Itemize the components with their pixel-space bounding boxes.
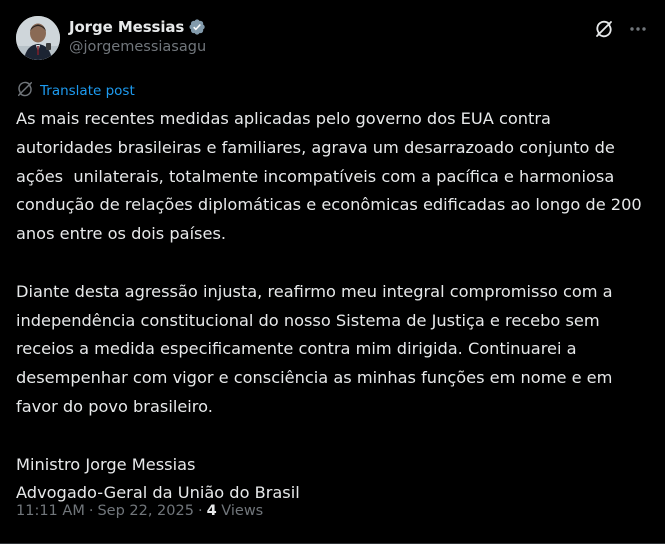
more-options-icon[interactable] bbox=[627, 18, 649, 40]
post-time[interactable]: 11:11 AM bbox=[16, 503, 85, 519]
post-body: As mais recentes medidas aplicadas pelo … bbox=[16, 105, 644, 508]
user-handle[interactable]: @jorgemessiasagu bbox=[69, 39, 206, 55]
name-row: Jorge Messias bbox=[69, 16, 206, 38]
views-count[interactable]: 4 bbox=[207, 503, 217, 519]
user-info: Jorge Messias @jorgemessiasagu bbox=[69, 16, 206, 55]
post-meta: 11:11 AM · Sep 22, 2025 · 4 Views bbox=[16, 503, 263, 519]
post-paragraph: Diante desta agressão injusta, reafirmo … bbox=[16, 281, 618, 416]
post-header: Jorge Messias @jorgemessiasagu bbox=[16, 16, 649, 64]
avatar-image bbox=[16, 16, 60, 60]
translate-label: Translate post bbox=[40, 83, 135, 99]
verified-badge-icon[interactable] bbox=[188, 18, 206, 36]
views-label: Views bbox=[221, 503, 264, 519]
post-paragraph: As mais recentes medidas aplicadas pelo … bbox=[16, 109, 647, 244]
avatar[interactable] bbox=[16, 16, 60, 60]
display-name[interactable]: Jorge Messias bbox=[69, 18, 184, 36]
meta-separator: · bbox=[197, 503, 203, 519]
grok-icon[interactable] bbox=[593, 18, 615, 40]
post-signature: Ministro Jorge Messias Advogado-Geral da… bbox=[16, 454, 300, 503]
translate-post-link[interactable]: Translate post bbox=[16, 80, 135, 102]
post-actions bbox=[593, 18, 649, 40]
translate-icon bbox=[16, 80, 34, 102]
post-date[interactable]: Sep 22, 2025 bbox=[97, 503, 194, 519]
meta-separator: · bbox=[88, 503, 94, 519]
post-detail: Jorge Messias @jorgemessiasagu Translate… bbox=[0, 0, 665, 544]
